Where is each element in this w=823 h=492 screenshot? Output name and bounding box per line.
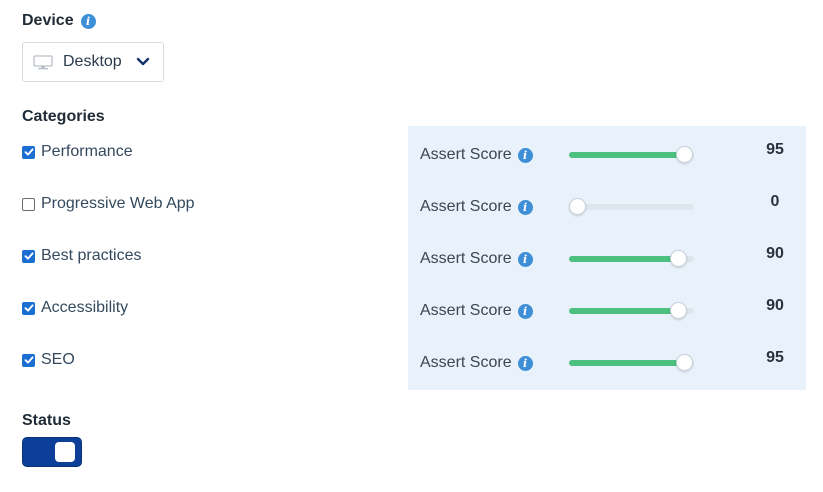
info-icon[interactable]: i [517,251,533,267]
slider-fill [569,360,688,366]
categories-title: Categories [22,108,105,125]
category-label: Accessibility [41,299,129,316]
status-title: Status [22,412,71,429]
assert-score-value: 90 [766,245,784,262]
slider-thumb[interactable] [675,354,693,371]
check-icon [24,252,34,260]
slider-thumb[interactable] [675,146,693,163]
category-performance[interactable]: Performance [22,143,133,161]
info-icon[interactable]: i [517,303,533,319]
checkbox-pwa[interactable] [22,197,35,211]
assert-score-slider[interactable] [569,250,694,267]
checkbox-best-practices[interactable] [22,249,35,263]
chevron-down-icon [136,57,149,66]
category-seo[interactable]: SEO [22,351,75,369]
slider-thumb[interactable] [569,198,586,215]
checkbox-seo[interactable] [22,353,35,367]
assert-score-text: Assert Score [420,354,512,371]
assert-score-panel: Assert Score i 95 Assert Score i 0 Asser… [408,126,806,390]
assert-score-row: Assert Score i 0 [420,193,779,217]
slider-thumb[interactable] [669,302,687,319]
category-label: SEO [41,351,75,368]
check-icon [24,304,34,312]
device-heading: Device i [22,12,96,30]
info-icon[interactable]: i [517,355,533,371]
check-icon [24,148,34,156]
check-icon [24,356,34,364]
assert-score-label: Assert Score i [420,250,569,268]
assert-score-slider[interactable] [569,146,694,163]
assert-score-row: Assert Score i 90 [420,245,784,269]
assert-score-value: 90 [766,297,784,314]
assert-score-row: Assert Score i 90 [420,297,784,321]
category-label: Progressive Web App [41,195,195,212]
assert-score-label: Assert Score i [420,146,569,164]
assert-score-text: Assert Score [420,198,512,215]
category-best-practices[interactable]: Best practices [22,247,141,265]
assert-score-slider[interactable] [569,354,694,371]
assert-score-label: Assert Score i [420,302,569,320]
assert-score-label: Assert Score i [420,354,569,372]
category-pwa[interactable]: Progressive Web App [22,195,195,213]
device-title: Device [22,12,74,29]
info-icon[interactable]: i [517,147,533,163]
checkbox-performance[interactable] [22,145,35,159]
category-accessibility[interactable]: Accessibility [22,299,128,317]
slider-fill [569,152,688,158]
assert-score-value: 0 [770,193,780,210]
assert-score-slider[interactable] [569,302,694,319]
checkbox-accessibility[interactable] [22,301,35,315]
info-icon[interactable]: i [80,13,96,29]
status-toggle[interactable] [22,437,82,467]
category-label: Best practices [41,247,142,264]
info-icon[interactable]: i [517,199,533,215]
slider-fill [569,256,682,262]
assert-score-label: Assert Score i [420,198,569,216]
assert-score-row: Assert Score i 95 [420,141,784,165]
device-dropdown[interactable]: Desktop [22,42,164,82]
toggle-knob [55,442,75,462]
slider-fill [569,308,682,314]
assert-score-value: 95 [766,349,784,366]
assert-score-text: Assert Score [420,302,512,319]
assert-score-value: 95 [766,141,784,158]
assert-score-text: Assert Score [420,250,512,267]
device-selected-value: Desktop [63,53,122,70]
desktop-monitor-icon [33,54,53,69]
assert-score-row: Assert Score i 95 [420,349,784,373]
category-label: Performance [41,143,133,160]
assert-score-text: Assert Score [420,146,512,163]
assert-score-slider[interactable] [569,198,694,215]
slider-thumb[interactable] [669,250,687,267]
